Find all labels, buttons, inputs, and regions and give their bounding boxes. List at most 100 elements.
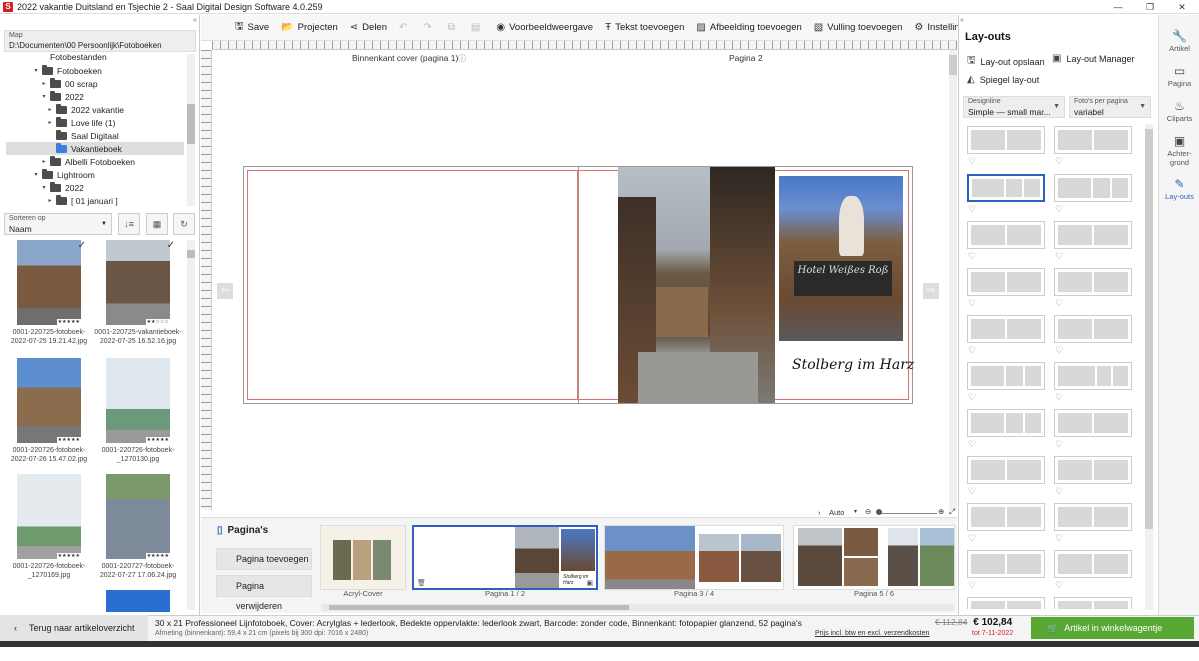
copy-button[interactable]: ⧉	[448, 22, 459, 33]
photo-thumbnail[interactable]: ★★★★★ ✓ 0001-220725-fotoboek-2022-07-25 …	[4, 240, 94, 346]
chevron-icon[interactable]: ▸	[46, 197, 54, 204]
tree-item[interactable]: Fotobestanden	[42, 52, 107, 63]
mirror-layout-button[interactable]: ◭ Spiegel lay-out	[967, 74, 1039, 85]
left-page[interactable]	[247, 170, 578, 400]
layout-option[interactable]	[1054, 268, 1132, 296]
heart-icon[interactable]: ♡	[1055, 204, 1063, 215]
layout-option[interactable]	[967, 126, 1045, 154]
paste-button[interactable]: ▤	[471, 22, 484, 33]
page-thumbnail-selected[interactable]: Stolberg im Harz 🗑 ▣	[412, 525, 598, 590]
layout-option[interactable]	[967, 550, 1045, 578]
photos-per-page-dropdown[interactable]: Foto's per pagina variabel ▼	[1069, 96, 1151, 118]
next-page-arrow[interactable]: ⇨	[923, 283, 939, 299]
hotel-sign-photo[interactable]: Hotel Weißes Roß	[779, 176, 903, 341]
tree-item[interactable]: ▸ 2022 vakantie	[46, 103, 124, 116]
tree-item[interactable]: ▸ 00 scrap	[40, 77, 98, 90]
tree-item[interactable]: Saal Digitaal	[46, 129, 119, 142]
layout-option[interactable]	[967, 362, 1045, 390]
folder-path-box[interactable]: Map D:\Documenten\00 Persoonlijk\Fotoboe…	[4, 30, 196, 52]
zoom-slider[interactable]	[877, 513, 937, 514]
heart-icon[interactable]: ♡	[968, 486, 976, 497]
layout-option[interactable]	[1054, 409, 1132, 437]
layout-option-selected[interactable]	[967, 174, 1045, 202]
preview-button[interactable]: ◉ Voorbeeldweergave	[496, 22, 593, 33]
layout-option[interactable]	[1054, 221, 1132, 249]
side-item-cliparts[interactable]: ♨ Cliparts	[1159, 99, 1199, 123]
layout-option[interactable]	[1054, 503, 1132, 531]
layout-option[interactable]	[1054, 456, 1132, 484]
heart-icon[interactable]: ♡	[968, 156, 976, 167]
photo-thumbnail[interactable]: ★★★★★ 0001-220726-fotoboek-_1270169.jpg	[4, 474, 94, 580]
chevron-icon[interactable]: ▸	[40, 80, 48, 87]
heart-icon[interactable]: ♡	[968, 345, 976, 356]
chevron-icon[interactable]: ▾	[40, 93, 48, 100]
layout-option[interactable]	[1054, 550, 1132, 578]
prev-page-arrow[interactable]: ⇦	[217, 283, 233, 299]
photo-thumbnail[interactable]	[93, 590, 183, 612]
projects-button[interactable]: 📂 Projecten	[281, 22, 338, 33]
heart-icon[interactable]: ♡	[1055, 298, 1063, 309]
heart-icon[interactable]: ♡	[1055, 580, 1063, 591]
add-fill-button[interactable]: ▧ Vulling toevoegen	[814, 22, 903, 33]
layout-option[interactable]	[967, 268, 1045, 296]
layout-option[interactable]	[967, 315, 1045, 343]
sort-dropdown[interactable]: Sorteren op Naam ▼	[4, 213, 112, 235]
canvas-scrollbar[interactable]	[949, 50, 957, 510]
heart-icon[interactable]: ♡	[1055, 439, 1063, 450]
page-thumbnail-cover[interactable]	[320, 525, 406, 590]
layout-option[interactable]	[1054, 315, 1132, 343]
tree-item-selected[interactable]: Vakantieboek	[6, 142, 184, 155]
redo-button[interactable]: ↷	[423, 22, 435, 33]
chevron-icon[interactable]: ▸	[46, 119, 54, 126]
page-caption[interactable]: Stolberg im Harz	[792, 357, 914, 373]
tree-item[interactable]: ▾ Fotoboeken	[32, 64, 102, 77]
layout-option[interactable]	[1054, 597, 1132, 609]
save-layout-button[interactable]: 🖫 Lay-out opslaan	[967, 53, 1045, 70]
heart-icon[interactable]: ♡	[1055, 486, 1063, 497]
layout-option[interactable]	[967, 597, 1045, 609]
zoom-in-icon[interactable]: ⊕	[938, 507, 944, 516]
heart-icon[interactable]: ♡	[968, 251, 976, 262]
heart-icon[interactable]: ♡	[968, 298, 976, 309]
heart-icon[interactable]: ♡	[1055, 345, 1063, 356]
heart-icon[interactable]: ♡	[968, 580, 976, 591]
side-item-layouts[interactable]: ✎ Lay-outs	[1159, 177, 1199, 201]
heart-icon[interactable]: ♡	[1055, 533, 1063, 544]
layout-option[interactable]	[1054, 126, 1132, 154]
layout-option[interactable]	[967, 409, 1045, 437]
zoom-value[interactable]: Auto	[829, 508, 844, 517]
vat-link[interactable]: Prijs incl. btw en excl. verzendkosten	[815, 630, 929, 637]
save-button[interactable]: 🖫 Save	[235, 19, 269, 36]
add-text-button[interactable]: Ŧ Tekst toevoegen	[605, 22, 684, 33]
tree-item[interactable]: ▾ Lightroom	[32, 168, 95, 181]
sort-order-button[interactable]: ↓≡	[118, 213, 140, 235]
zoom-out-icon[interactable]: ⊖	[865, 507, 871, 516]
back-to-overview-button[interactable]: ‹ Terug naar artikeloverzicht	[0, 615, 148, 641]
photo-thumbnail[interactable]: ★★☆☆☆ ✓ 0001-220725-vakantieboek-2022-07…	[93, 240, 183, 346]
chevron-icon[interactable]: ▾	[32, 171, 40, 178]
layouts-scrollbar[interactable]	[1145, 124, 1153, 610]
maximize-button[interactable]: ❐	[1135, 0, 1165, 14]
layout-icon[interactable]: ▣	[586, 579, 593, 587]
heart-icon[interactable]: ♡	[1055, 392, 1063, 403]
page-thumbnail[interactable]	[793, 525, 955, 590]
side-item-artikel[interactable]: 🔧 Artikel	[1159, 29, 1199, 53]
collapse-right-icon[interactable]: »	[960, 17, 964, 24]
tree-item[interactable]: ▸ Albelli Fotoboeken	[40, 155, 135, 168]
side-item-background[interactable]: ▣ Achter-grond	[1159, 134, 1199, 167]
grid-view-button[interactable]: ▦	[146, 213, 168, 235]
photo-thumbnail[interactable]: ★★★★★ 0001-220726-fotoboek-2022-07-26 15…	[4, 358, 94, 464]
heart-icon[interactable]: ♡	[968, 392, 976, 403]
layout-option[interactable]	[967, 456, 1045, 484]
heart-icon[interactable]: ♡	[968, 204, 976, 215]
layout-option[interactable]	[967, 503, 1045, 531]
layout-manager-button[interactable]: ▣ Lay-out Manager	[1052, 53, 1135, 64]
layout-option[interactable]	[967, 221, 1045, 249]
heart-icon[interactable]: ♡	[968, 439, 976, 450]
chevron-right-icon[interactable]: ›	[818, 508, 821, 517]
tree-item[interactable]: ▸ [ 01 januari ]	[46, 194, 118, 207]
close-button[interactable]: ✕	[1167, 0, 1197, 14]
share-button[interactable]: ⋖ Delen	[350, 22, 387, 33]
pages-scrollbar[interactable]	[321, 604, 954, 611]
photo-thumbnail[interactable]: ★★★★★ 0001-220727-fotoboek-2022-07-27 17…	[93, 474, 183, 580]
